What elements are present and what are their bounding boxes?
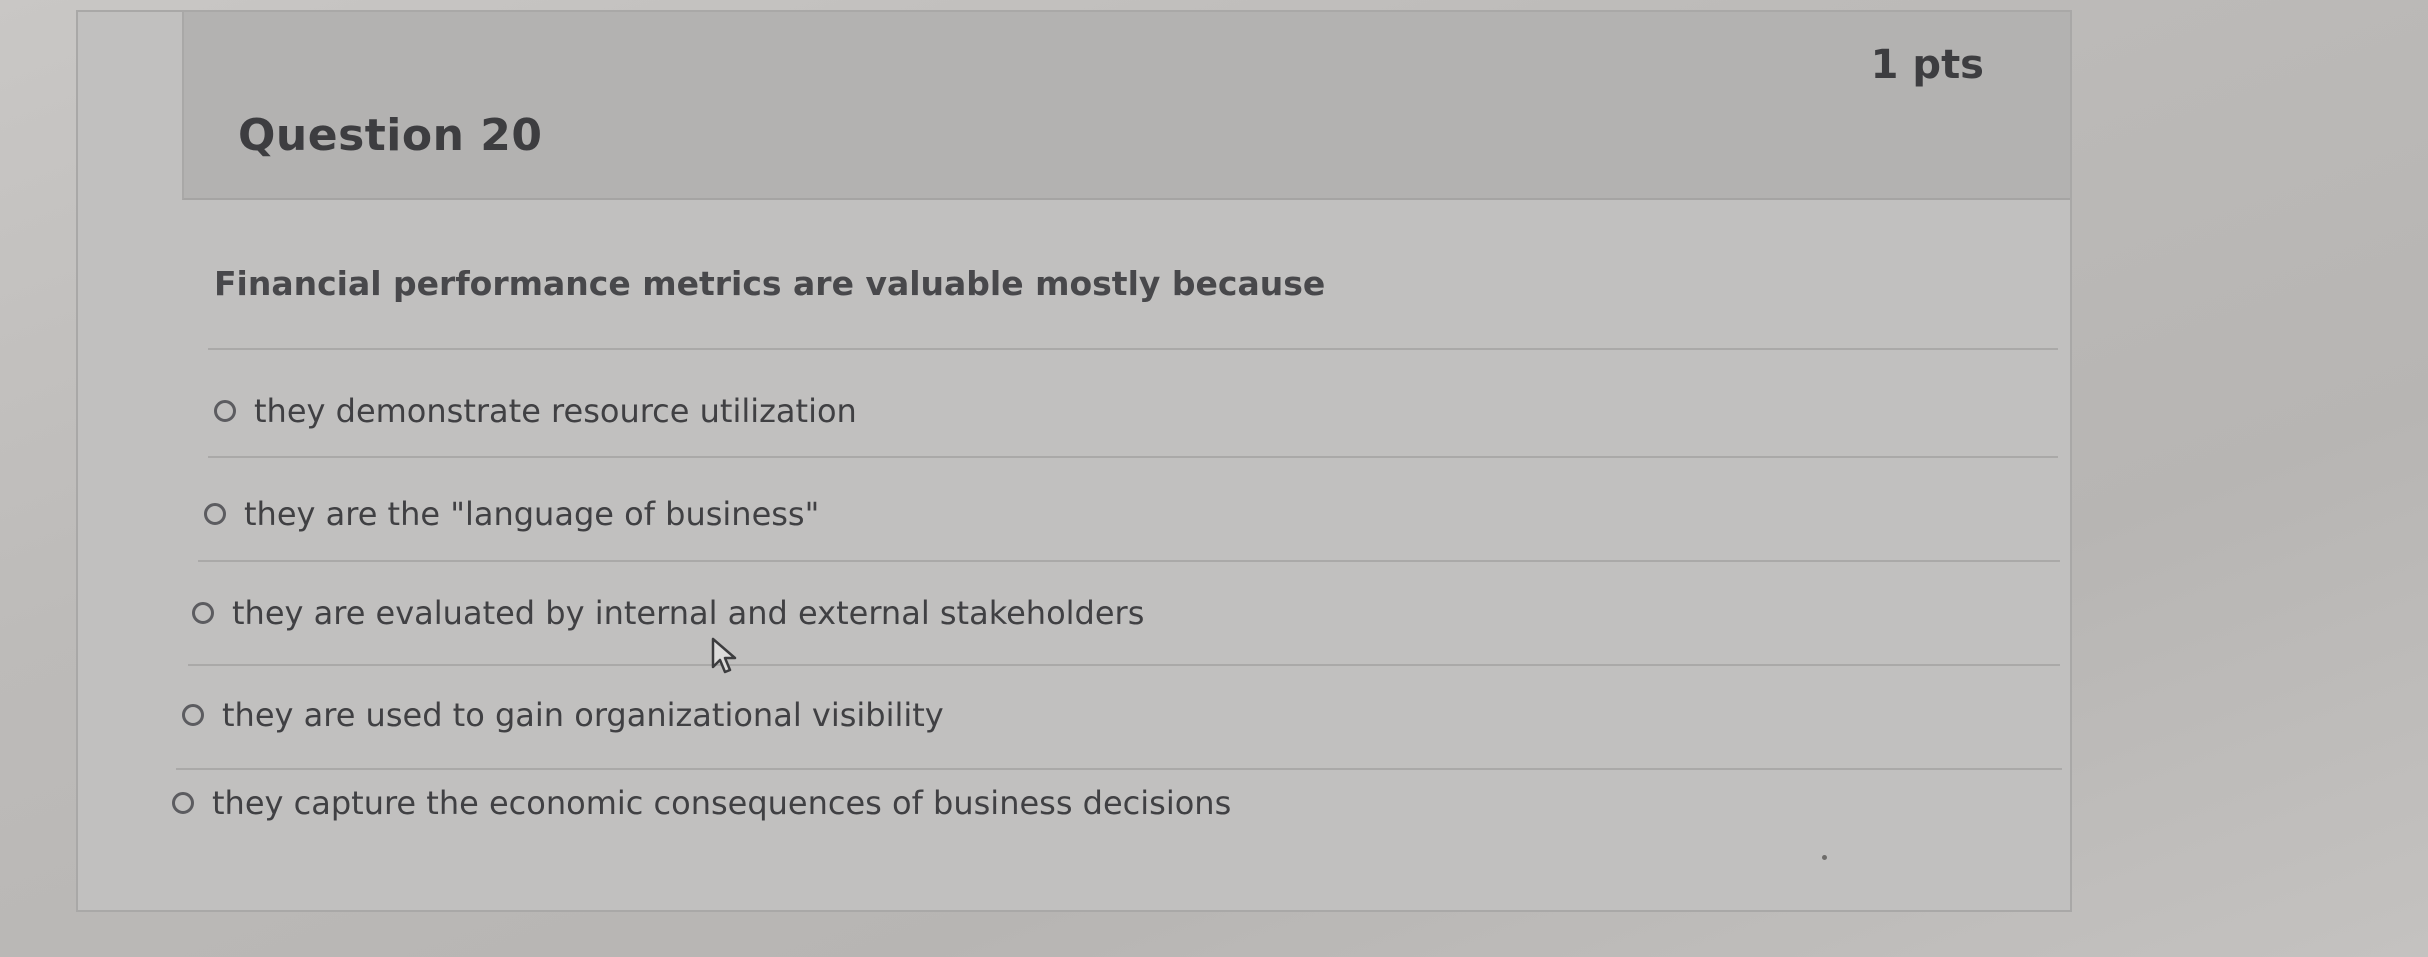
divider — [176, 768, 2062, 770]
screen-speck — [1822, 855, 1827, 860]
answer-label: they capture the economic consequences o… — [212, 784, 1232, 822]
question-points: 1 pts — [1870, 42, 1984, 88]
question-card: Question 20 1 pts Financial performance … — [76, 10, 2072, 912]
answer-option-1[interactable]: they demonstrate resource utilization — [214, 392, 857, 430]
radio-button-icon[interactable] — [204, 503, 226, 525]
answer-option-5[interactable]: they capture the economic consequences o… — [172, 784, 1231, 822]
radio-button-icon[interactable] — [182, 704, 204, 726]
answer-option-3[interactable]: they are evaluated by internal and exter… — [192, 594, 1144, 632]
divider — [188, 664, 2060, 666]
answer-option-2[interactable]: they are the "language of business" — [204, 495, 819, 533]
radio-button-icon[interactable] — [172, 792, 194, 814]
answer-label: they are evaluated by internal and exter… — [232, 594, 1145, 632]
divider — [208, 456, 2058, 458]
question-title: Question 20 — [238, 110, 543, 161]
radio-button-icon[interactable] — [192, 602, 214, 624]
divider — [198, 560, 2060, 562]
answer-option-4[interactable]: they are used to gain organizational vis… — [182, 696, 944, 734]
radio-button-icon[interactable] — [214, 400, 236, 422]
mouse-pointer-icon — [711, 637, 737, 674]
question-prompt: Financial performance metrics are valuab… — [214, 264, 1326, 303]
answer-label: they are used to gain organizational vis… — [222, 696, 944, 734]
answer-label: they demonstrate resource utilization — [254, 392, 857, 430]
answer-label: they are the "language of business" — [244, 495, 820, 533]
divider — [208, 348, 2058, 350]
question-header — [182, 12, 2070, 200]
